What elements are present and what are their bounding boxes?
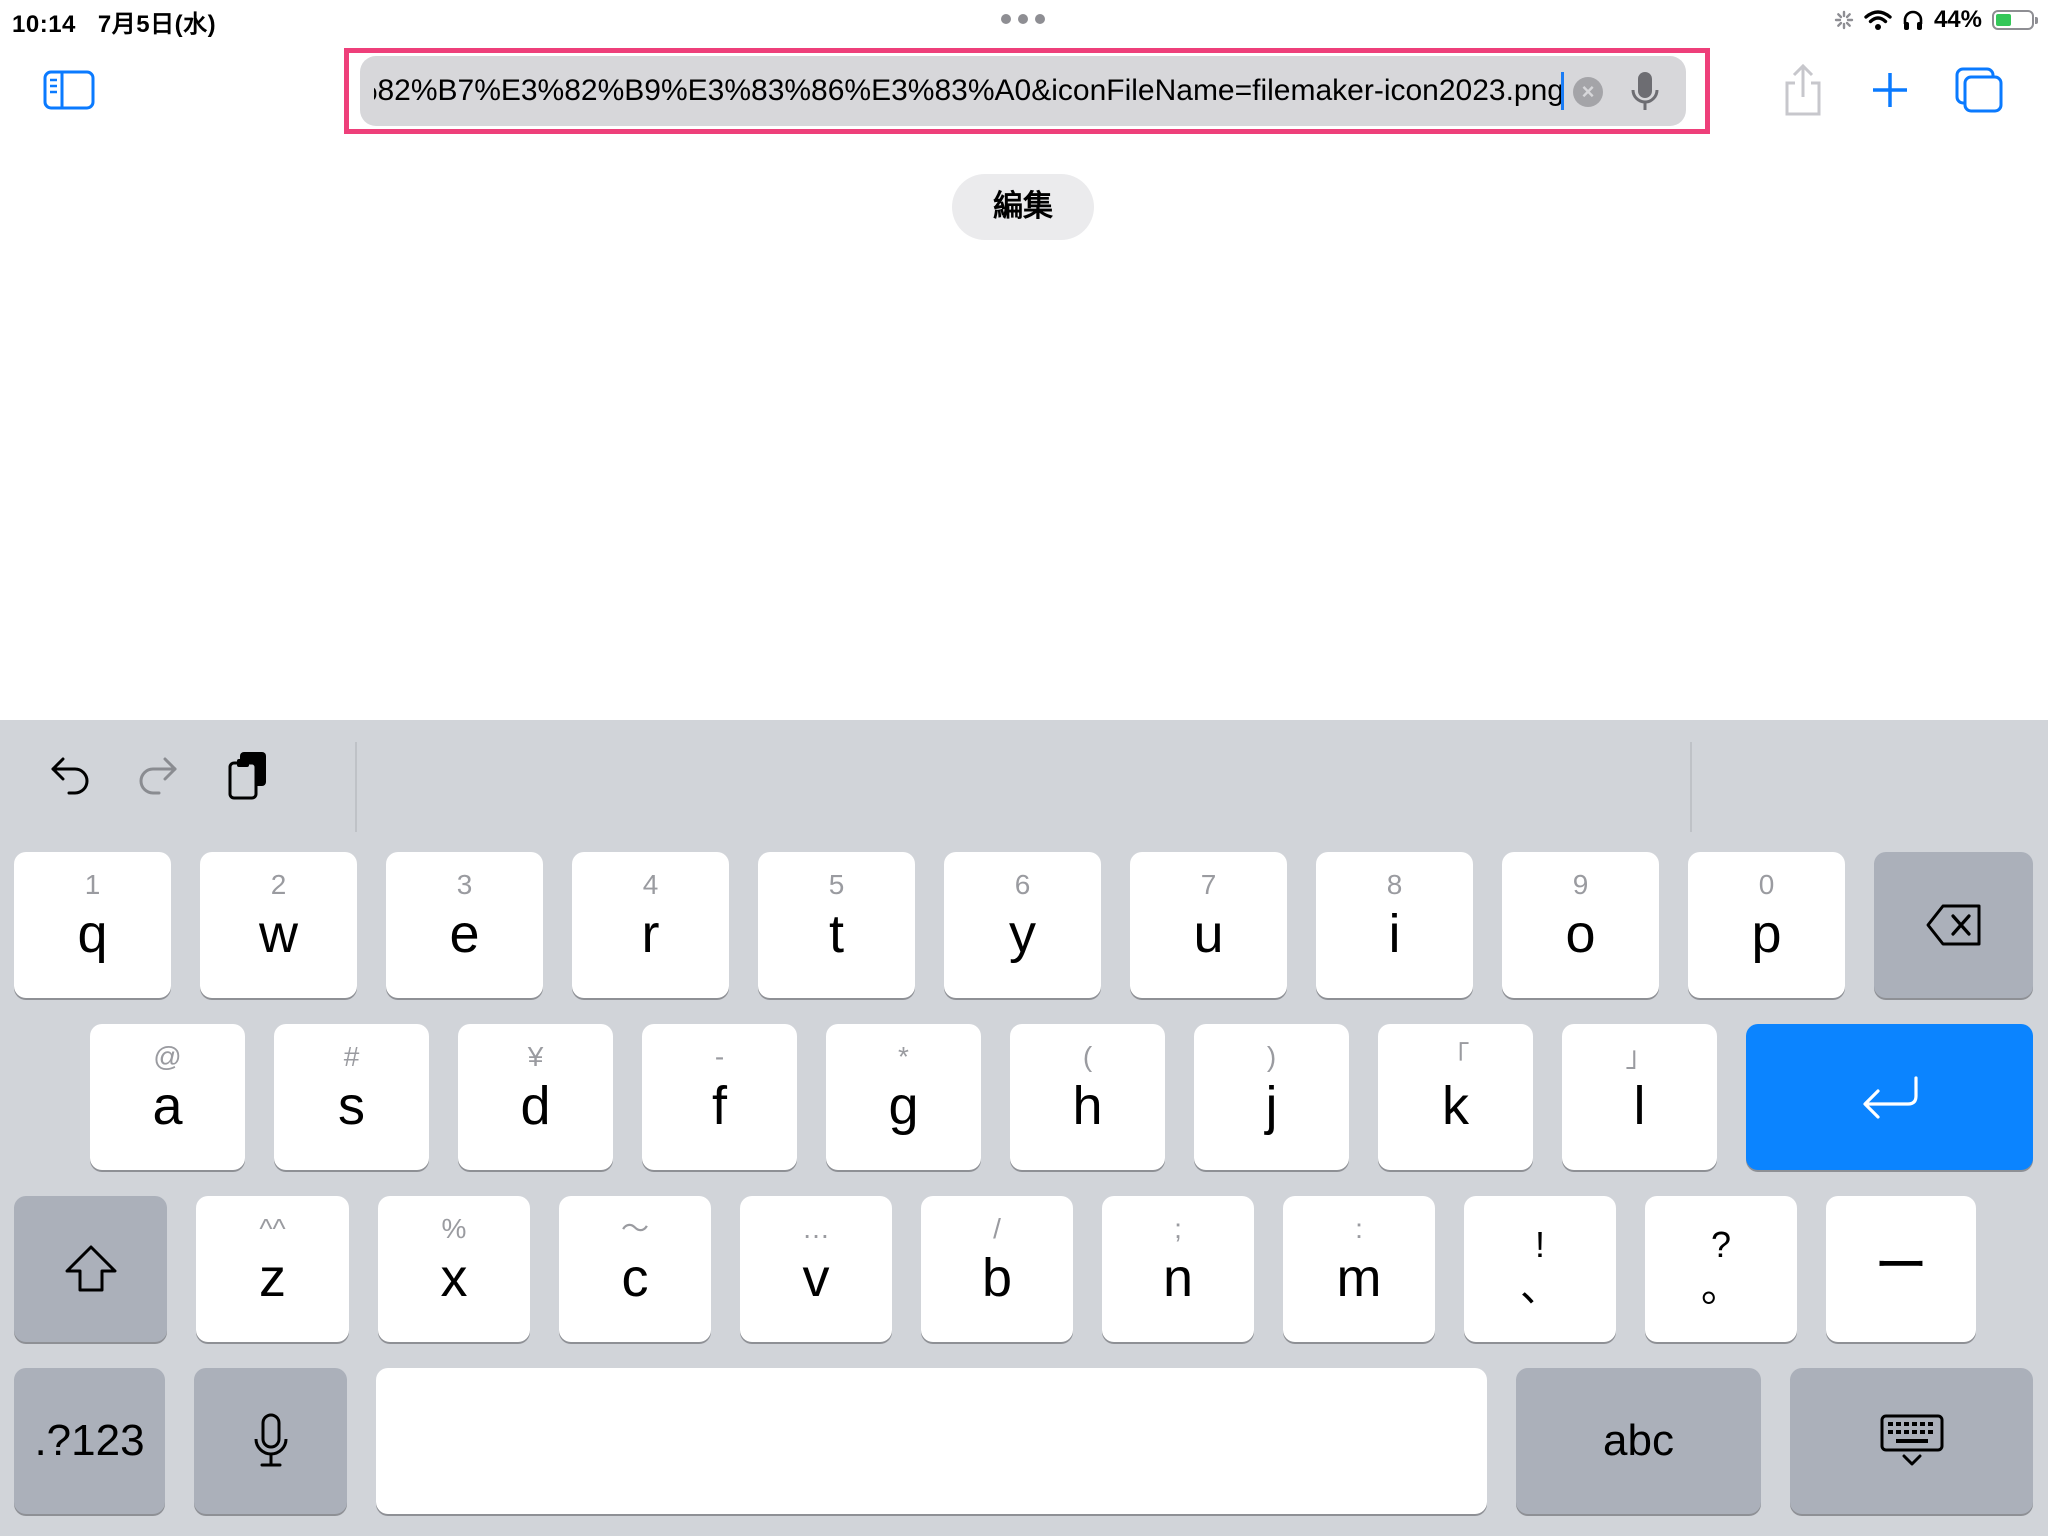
key-d[interactable]: ¥ d [458, 1024, 613, 1170]
clear-text-button[interactable]: × [1573, 77, 1603, 107]
sidebar-toggle-button[interactable] [42, 68, 96, 112]
keyboard-dismiss-icon [1880, 1414, 1943, 1466]
key-e[interactable]: 3e [386, 852, 543, 998]
keyboard-shortcut-bar [0, 720, 2048, 832]
return-icon [1862, 1076, 1918, 1119]
key-c[interactable]: 〜 c [559, 1196, 711, 1342]
microphone-icon [254, 1413, 287, 1467]
key-q[interactable]: 1q [14, 852, 171, 998]
abc-key[interactable]: abc [1516, 1368, 1761, 1514]
status-date: 7月5日(水) [97, 11, 217, 38]
key-m[interactable]: :m [1283, 1196, 1435, 1342]
clipboard-icon [228, 752, 266, 800]
key-p[interactable]: 0p [1688, 852, 1845, 998]
key-k[interactable]: 「k [1378, 1024, 1533, 1170]
key-h[interactable]: (h [1010, 1024, 1165, 1170]
delete-backward-icon [1926, 904, 1980, 946]
key-b[interactable]: / b [921, 1196, 1073, 1342]
key-x[interactable]: % x [378, 1196, 530, 1342]
key-period[interactable]: ?。 [1645, 1196, 1797, 1342]
return-key[interactable] [1746, 1024, 2033, 1170]
dictation-button[interactable] [1625, 70, 1665, 114]
undo-button[interactable] [46, 750, 94, 800]
url-text: %E3%82%B7%E3%82%B9%E3%83%86%E3%83%A0&ico… [374, 74, 1564, 107]
key-j[interactable]: ) j [1194, 1024, 1349, 1170]
dictation-key[interactable] [194, 1368, 347, 1514]
status-bar-left: 10:14 7月5日(水) [12, 4, 238, 39]
key-comma[interactable]: !、 [1464, 1196, 1616, 1342]
key-a[interactable]: @ a [90, 1024, 245, 1170]
key-w[interactable]: 2w [200, 852, 357, 998]
share-button[interactable] [1780, 62, 1826, 118]
share-icon [1785, 63, 1821, 116]
dismiss-keyboard-key[interactable] [1790, 1368, 2033, 1514]
battery-percent: 44% [1933, 6, 1982, 33]
key-n[interactable]: ; n [1102, 1196, 1254, 1342]
key-v[interactable]: … v [740, 1196, 892, 1342]
new-tab-button[interactable] [1870, 68, 1910, 112]
toolbar-divider-right [1690, 742, 1692, 832]
key-s[interactable]: # s [274, 1024, 429, 1170]
shift-key[interactable] [14, 1196, 167, 1342]
shift-icon [65, 1245, 116, 1292]
toolbar-divider-left [355, 742, 357, 832]
battery-icon [1992, 10, 2038, 30]
text-caret [1561, 72, 1564, 110]
address-bar[interactable]: %E3%82%B7%E3%82%B9%E3%83%86%E3%83%A0&ico… [360, 56, 1686, 126]
status-time: 10:14 [12, 11, 76, 38]
undo-icon [51, 757, 89, 795]
software-keyboard: 1q 2w 3e 4r 5t 6y 7u 8i 9o 0p @ a # s ¥ d -… [0, 720, 2048, 1536]
key-t[interactable]: 5t [758, 852, 915, 998]
key-y[interactable]: 6y [944, 852, 1101, 998]
key-l[interactable]: 」 l [1562, 1024, 1717, 1170]
plus-icon [1873, 73, 1907, 107]
redo-button[interactable] [134, 750, 182, 800]
numbers-key[interactable]: .?123 [14, 1368, 165, 1514]
key-f[interactable]: -f [642, 1024, 797, 1170]
key-z[interactable]: ^^ z [196, 1196, 349, 1342]
multitasking-menu-icon[interactable] [1001, 14, 1045, 24]
battery-fill [1996, 14, 2011, 26]
tabs-icon [1955, 67, 2003, 113]
key-g[interactable]: * g [826, 1024, 981, 1170]
key-i[interactable]: 8i [1316, 852, 1473, 998]
key-o[interactable]: 9o [1502, 852, 1659, 998]
url-input[interactable]: %E3%82%B7%E3%82%B9%E3%83%86%E3%83%A0&ico… [374, 56, 1564, 126]
edit-button[interactable]: 編集 [952, 174, 1094, 240]
key-long-vowel[interactable]: ー [1826, 1196, 1976, 1342]
sidebar-icon [43, 70, 95, 110]
paste-button[interactable] [224, 748, 272, 802]
redo-icon [139, 757, 177, 795]
key-u[interactable]: 7u [1130, 852, 1287, 998]
space-key[interactable] [376, 1368, 1487, 1514]
headphones-icon [1903, 10, 1923, 30]
activity-spinner-icon [1834, 10, 1854, 30]
microphone-icon [1631, 72, 1659, 110]
status-bar-right: 44% [1834, 4, 2038, 36]
delete-key[interactable] [1874, 852, 2033, 998]
tab-overview-button[interactable] [1954, 66, 2004, 114]
wifi-icon [1864, 10, 1892, 30]
key-r[interactable]: 4r [572, 852, 729, 998]
